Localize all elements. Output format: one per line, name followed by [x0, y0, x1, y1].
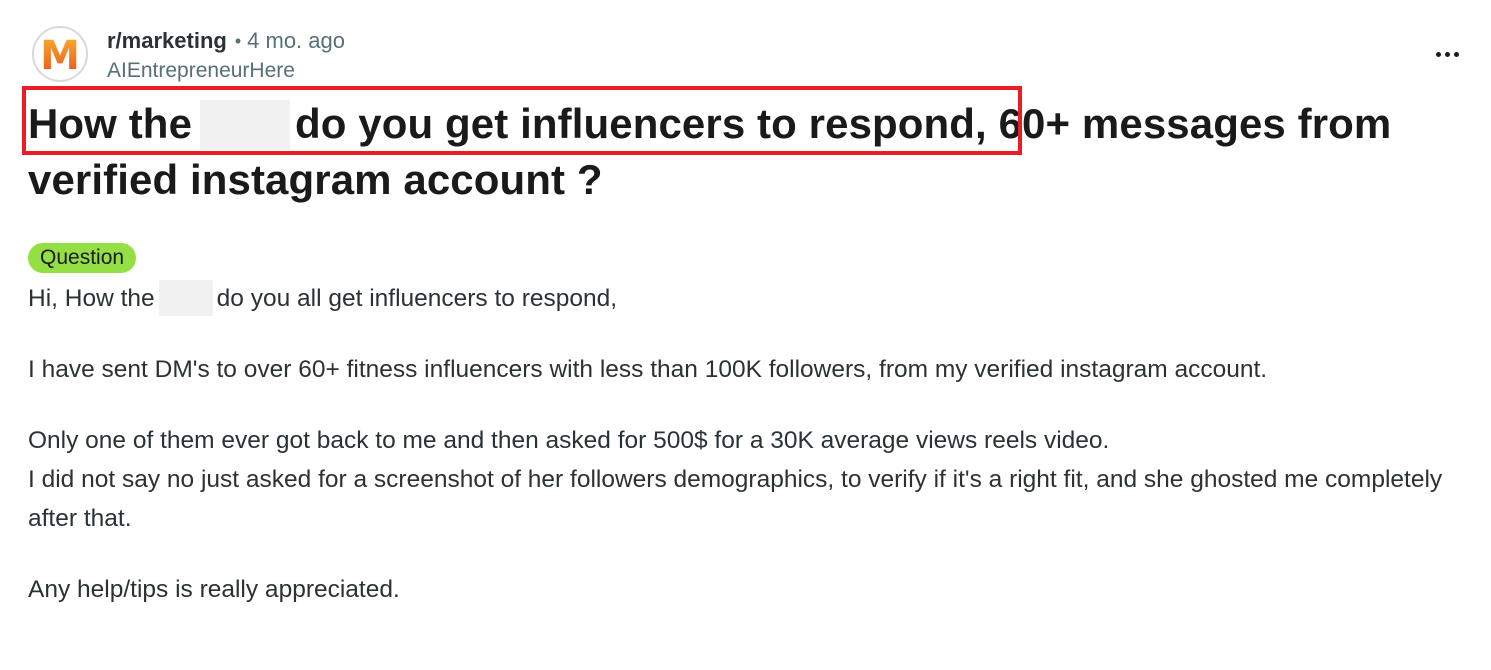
svg-text:M: M [40, 33, 80, 79]
body-paragraph: I have sent DM's to over 60+ fitness inf… [28, 356, 1268, 383]
body-paragraph: Only one of them ever got back to me and… [28, 421, 1458, 538]
reddit-post: M r/marketing • 4 mo. ago AIEntrepreneur… [0, 0, 1491, 670]
body-redaction [158, 279, 213, 316]
subreddit-link[interactable]: r/marketing [107, 28, 227, 54]
post-body: Hi, How the do you all get influencers to… [28, 279, 1458, 641]
title-text-part1: How the [28, 100, 193, 147]
body-paragraph: Any help/tips is really appreciated. [28, 576, 400, 603]
meta-separator: • [234, 30, 242, 51]
post-meta: r/marketing • 4 mo. ago [107, 26, 345, 56]
body-line1-part2: do you all get influencers to respond, [216, 285, 618, 312]
ellipsis-horizontal-icon [1435, 51, 1441, 57]
more-options-button[interactable] [1424, 38, 1470, 70]
subreddit-avatar[interactable]: M [32, 26, 88, 82]
body-paragraph3-line1: Only one of them ever got back to me and… [28, 427, 1110, 454]
marketing-logo-icon: M [40, 33, 80, 79]
body-paragraph: Hi, How the do you all get influencers to… [28, 279, 1458, 318]
post-title[interactable]: How the do you get influencers to respond… [28, 96, 1478, 207]
author-link[interactable]: AIEntrepreneurHere [107, 57, 295, 85]
title-redaction [200, 99, 291, 150]
title-text-part2: do you get influencers to respond, [295, 100, 987, 147]
body-line1-part1: Hi, How the [28, 285, 155, 312]
post-flair[interactable]: Question [28, 243, 137, 273]
post-age: 4 mo. ago [247, 28, 345, 53]
body-paragraph3-line2: I did not say no just asked for a screen… [28, 466, 1443, 532]
